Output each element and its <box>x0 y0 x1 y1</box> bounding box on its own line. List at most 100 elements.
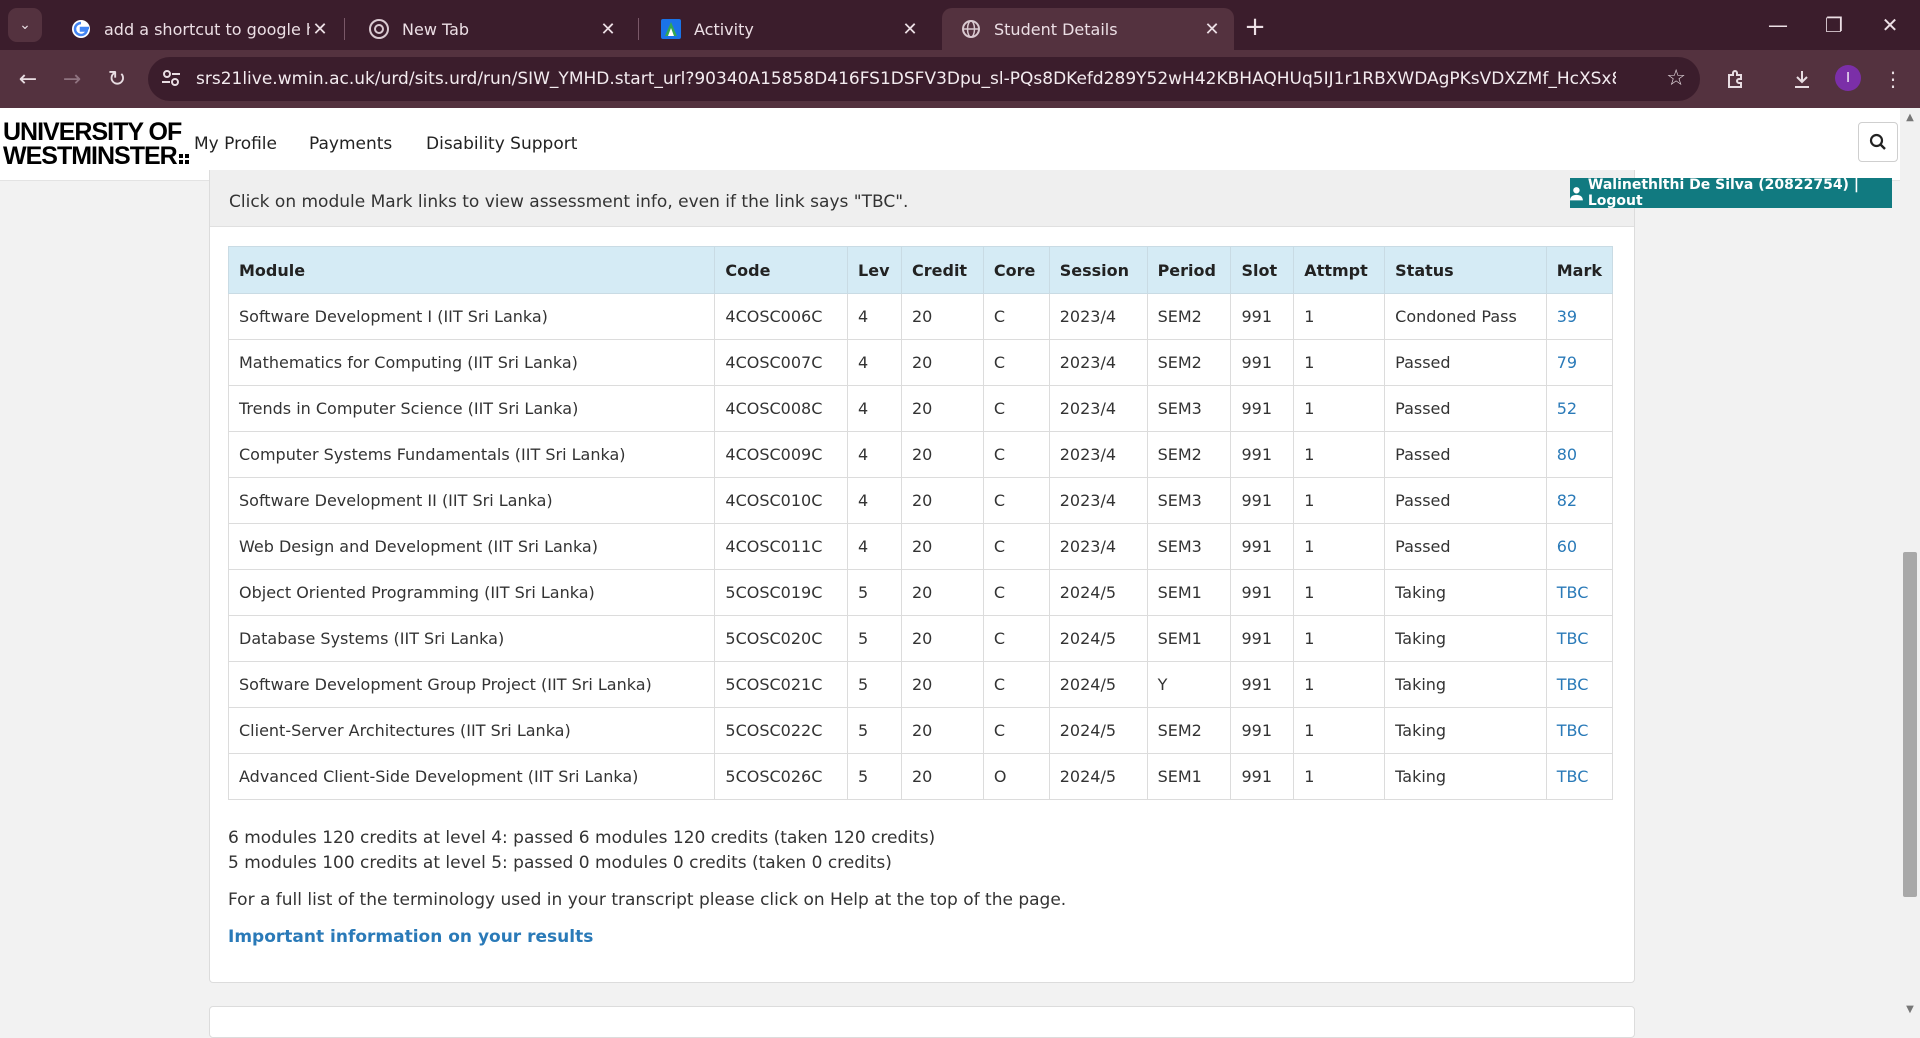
tab-divider <box>638 18 639 40</box>
cell-slot: 991 <box>1230 477 1295 524</box>
tab-new-tab[interactable]: New Tab ✕ <box>350 8 630 50</box>
close-icon[interactable]: ✕ <box>598 19 618 40</box>
logo-grid-icon <box>178 154 189 164</box>
table-row: Client-Server Architectures (IIT Sri Lan… <box>227 707 1614 754</box>
cell-credit: 20 <box>901 523 984 570</box>
new-tab-button[interactable]: + <box>1240 12 1270 42</box>
cell-mark[interactable]: 60 <box>1545 523 1614 570</box>
cell-period: SEM2 <box>1146 293 1232 340</box>
cell-core: C <box>982 431 1050 478</box>
cell-period: Y <box>1146 661 1232 708</box>
tab-activity[interactable]: Activity ✕ <box>642 8 932 50</box>
back-button[interactable]: ← <box>10 61 46 97</box>
cell-mark[interactable]: TBC <box>1545 569 1614 616</box>
nav-payments[interactable]: Payments <box>309 134 392 154</box>
cell-mark[interactable]: TBC <box>1545 615 1614 662</box>
cell-mark[interactable]: TBC <box>1545 753 1614 800</box>
credit-summary: 6 modules 120 credits at level 4: passed… <box>228 826 935 876</box>
reload-icon: ↻ <box>107 66 127 92</box>
cell-status: Taking <box>1384 707 1547 754</box>
more-menu-icon[interactable]: ⋮ <box>1877 63 1909 95</box>
nav-disability-support[interactable]: Disability Support <box>426 134 577 154</box>
cell-mark[interactable]: 79 <box>1545 339 1614 386</box>
close-icon[interactable]: ✕ <box>900 19 920 40</box>
table-row: Web Design and Development (IIT Sri Lank… <box>227 523 1614 570</box>
chrome-icon <box>368 18 390 40</box>
cell-mark[interactable]: 80 <box>1545 431 1614 478</box>
reload-button[interactable]: ↻ <box>99 61 135 97</box>
cell-slot: 991 <box>1230 523 1295 570</box>
logo-line-2: WESTMINSTER <box>3 144 189 169</box>
tab-google[interactable]: add a shortcut to google home ✕ <box>52 8 342 50</box>
cell-mark[interactable]: 52 <box>1545 385 1614 432</box>
cell-module: Object Oriented Programming (IIT Sri Lan… <box>227 569 716 616</box>
cell-status: Passed <box>1384 339 1547 386</box>
user-logout-text[interactable]: Walinethlthi De Silva (20822754) | Logou… <box>1588 177 1892 209</box>
restore-button[interactable]: ❐ <box>1814 10 1854 40</box>
cell-credit: 20 <box>901 615 984 662</box>
table-row: Advanced Client-Side Development (IIT Sr… <box>227 753 1614 800</box>
tab-student-details[interactable]: Student Details ✕ <box>942 8 1234 50</box>
scroll-up-arrow-icon[interactable]: ▲ <box>1903 112 1917 123</box>
scrollbar-thumb[interactable] <box>1903 552 1917 897</box>
cell-slot: 991 <box>1230 707 1295 754</box>
profile-avatar[interactable]: I <box>1835 65 1861 91</box>
url-text[interactable]: srs21live.wmin.ac.uk/urd/sits.urd/run/SI… <box>196 69 1616 89</box>
modules-table: Module Code Lev Credit Core Session Peri… <box>227 246 1614 800</box>
download-icon[interactable] <box>1786 63 1818 95</box>
user-logout-badge[interactable]: Walinethlthi De Silva (20822754) | Logou… <box>1570 177 1892 209</box>
cell-period: SEM1 <box>1146 615 1232 662</box>
bookmark-star-icon[interactable]: ☆ <box>1666 66 1686 91</box>
cell-period: SEM2 <box>1146 431 1232 478</box>
cell-code: 4COSC007C <box>714 339 849 386</box>
minimize-button[interactable]: — <box>1758 10 1798 40</box>
minimize-icon: — <box>1768 13 1788 37</box>
site-settings-icon[interactable] <box>160 67 184 91</box>
important-information-link[interactable]: Important information on your results <box>228 927 593 947</box>
cell-attmpt: 1 <box>1293 661 1386 708</box>
tab-search-button[interactable]: ⌄ <box>8 8 42 42</box>
summary-level-5: 5 modules 100 credits at level 5: passed… <box>228 853 892 873</box>
forward-button[interactable]: → <box>54 61 90 97</box>
table-row: Software Development II (IIT Sri Lanka) 4… <box>227 477 1614 524</box>
cell-lev: 5 <box>847 569 902 616</box>
cell-mark[interactable]: 39 <box>1545 293 1614 340</box>
col-status: Status <box>1384 246 1547 294</box>
extensions-icon[interactable] <box>1720 63 1752 95</box>
cell-mark[interactable]: 82 <box>1545 477 1614 524</box>
cell-status: Taking <box>1384 615 1547 662</box>
cell-lev: 4 <box>847 339 902 386</box>
cell-core: C <box>982 661 1050 708</box>
university-logo[interactable]: UNIVERSITY OF WESTMINSTER <box>3 120 189 169</box>
cell-module: Database Systems (IIT Sri Lanka) <box>227 615 716 662</box>
cell-core: C <box>982 707 1050 754</box>
close-window-button[interactable]: ✕ <box>1870 10 1910 40</box>
cell-mark[interactable]: TBC <box>1545 707 1614 754</box>
cell-module: Trends in Computer Science (IIT Sri Lank… <box>227 385 716 432</box>
cell-lev: 4 <box>847 477 902 524</box>
scroll-down-arrow-icon[interactable]: ▼ <box>1903 1004 1917 1015</box>
cell-session: 2024/5 <box>1048 615 1148 662</box>
cell-status: Taking <box>1384 569 1547 616</box>
cell-session: 2024/5 <box>1048 661 1148 708</box>
cell-slot: 991 <box>1230 431 1295 478</box>
plus-icon: + <box>1244 12 1266 42</box>
cell-module: Software Development I (IIT Sri Lanka) <box>227 293 716 340</box>
cell-session: 2024/5 <box>1048 753 1148 800</box>
tab-divider <box>344 18 345 40</box>
close-icon: ✕ <box>1881 13 1899 37</box>
cell-attmpt: 1 <box>1293 477 1386 524</box>
cell-period: SEM3 <box>1146 523 1232 570</box>
tab-title: New Tab <box>402 19 470 39</box>
nav-my-profile[interactable]: My Profile <box>194 134 277 154</box>
cell-mark[interactable]: TBC <box>1545 661 1614 708</box>
cell-module: Software Development Group Project (IIT … <box>227 661 716 708</box>
cell-credit: 20 <box>901 569 984 616</box>
cell-code: 4COSC011C <box>714 523 849 570</box>
col-mark: Mark <box>1545 246 1614 294</box>
close-icon[interactable]: ✕ <box>1202 19 1222 40</box>
close-icon[interactable]: ✕ <box>310 19 330 40</box>
chevron-down-icon: ⌄ <box>19 17 31 33</box>
address-bar[interactable]: srs21live.wmin.ac.uk/urd/sits.urd/run/SI… <box>148 57 1700 101</box>
site-search-button[interactable] <box>1858 122 1898 162</box>
